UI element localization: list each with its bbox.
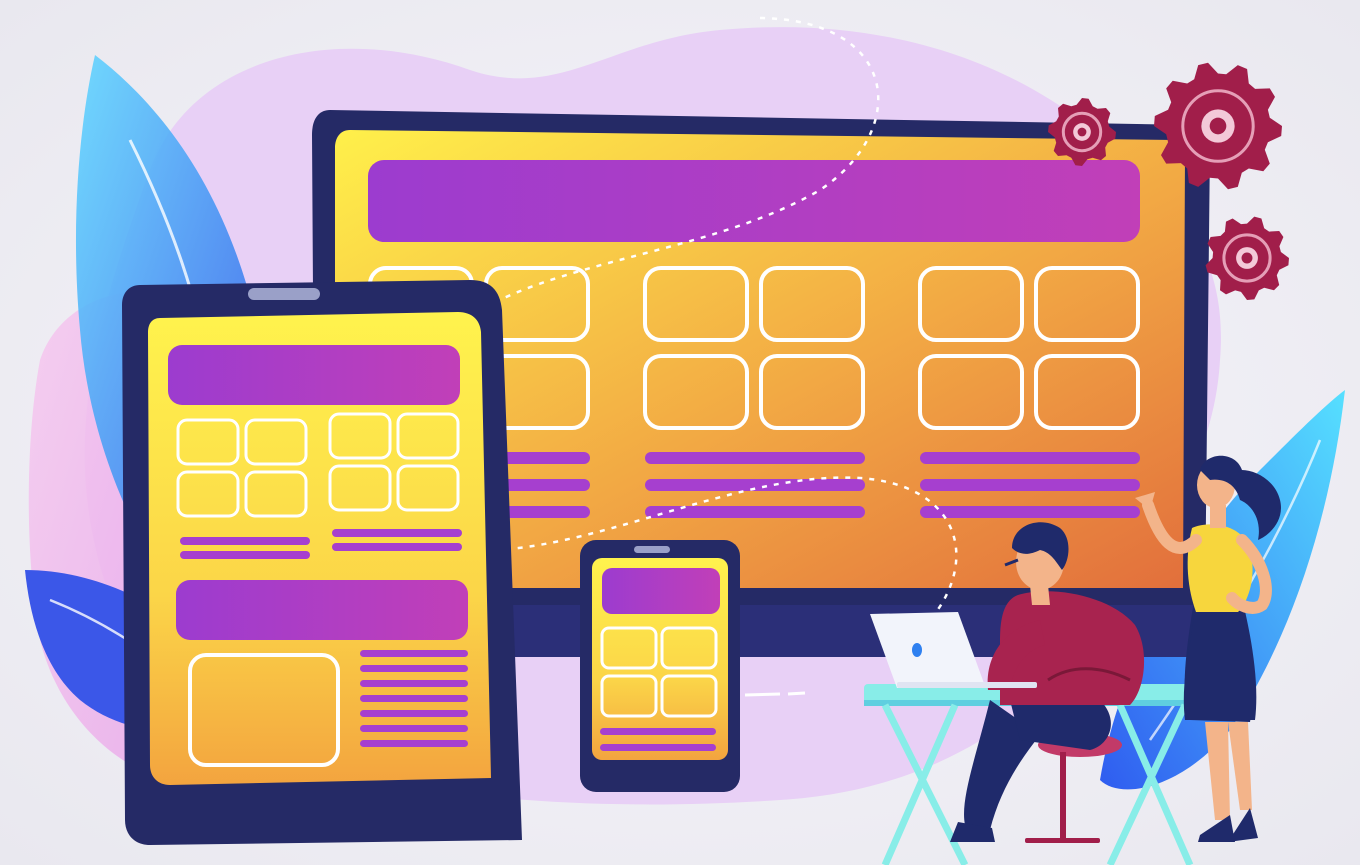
responsive-design-illustration (0, 0, 1360, 865)
gear-center (1209, 117, 1227, 135)
monitor-text-line (920, 452, 1140, 464)
phone-line (600, 744, 716, 751)
smartphone-icon (580, 540, 740, 792)
tablet-header-bar (168, 345, 460, 405)
tablet-icon (122, 280, 522, 845)
tablet-text-line (332, 543, 462, 551)
gear-center (1241, 252, 1253, 264)
monitor-text-line (645, 452, 865, 464)
monitor-header-bar (368, 160, 1140, 242)
tablet-text-line (180, 551, 310, 559)
phone-line (600, 728, 716, 735)
tablet-section-bar (176, 580, 468, 640)
tablet-text-line (332, 529, 462, 537)
laptop-logo-icon (912, 643, 922, 657)
phone-header-bar (602, 568, 720, 614)
phone-speaker (634, 546, 670, 553)
gear-center (1077, 127, 1087, 137)
tablet-text-line (360, 665, 468, 672)
tablet-text-line (360, 740, 468, 747)
tablet-speaker (248, 288, 320, 300)
tablet-text-line (360, 680, 468, 687)
tablet-text-line (180, 537, 310, 545)
dash-accent (744, 691, 806, 697)
monitor-text-line (645, 506, 865, 518)
tablet-text-line (360, 725, 468, 732)
tablet-text-line (360, 650, 468, 657)
monitor-text-line (920, 479, 1140, 491)
gear-icon (1048, 98, 1116, 166)
tablet-text-line (360, 710, 468, 717)
monitor-text-line (920, 506, 1140, 518)
tablet-text-line (360, 695, 468, 702)
